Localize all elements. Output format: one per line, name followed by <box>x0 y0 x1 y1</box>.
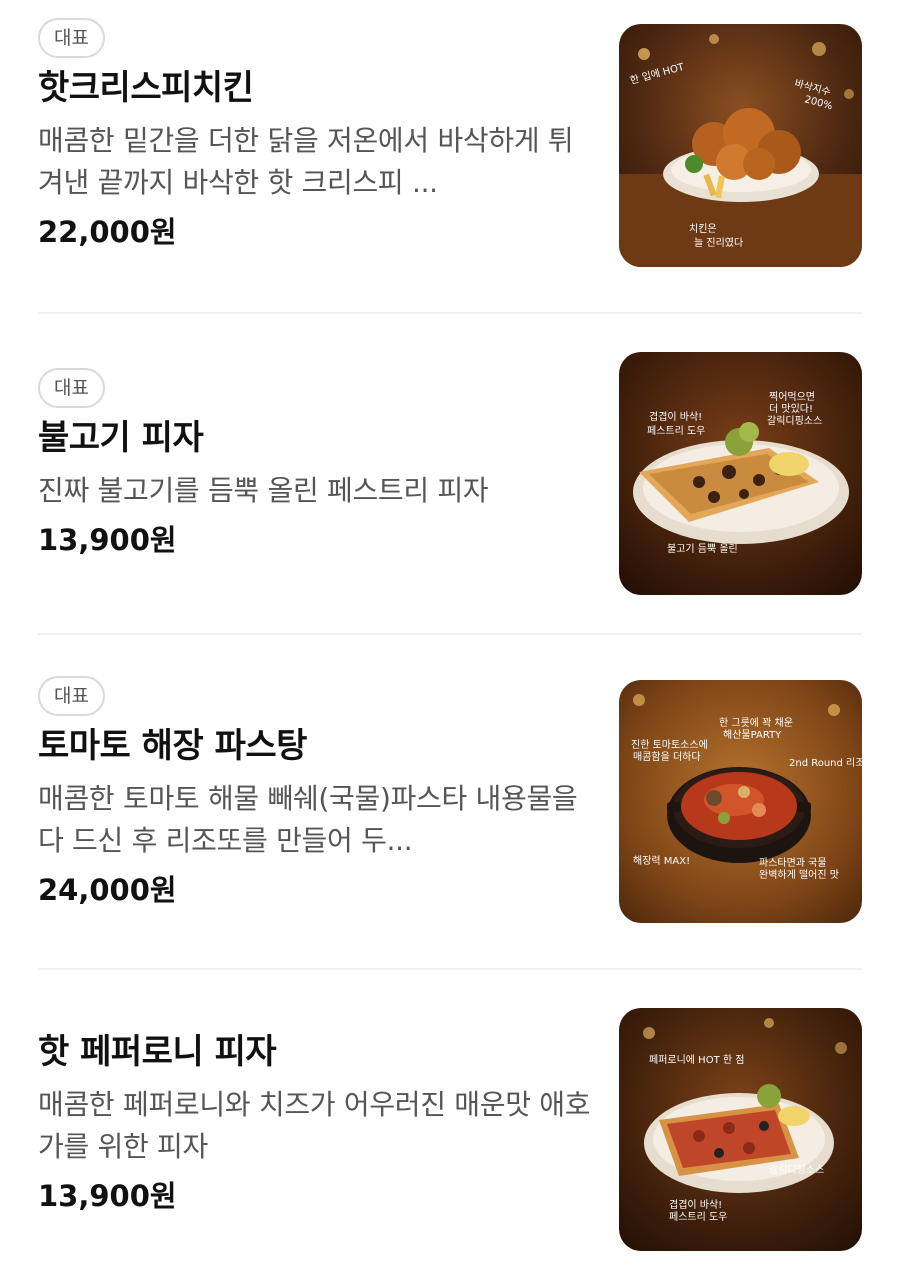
signature-badge: 대표 <box>38 676 105 716</box>
svg-text:해산물PARTY: 해산물PARTY <box>723 728 782 741</box>
svg-text:늘 진리였다: 늘 진리였다 <box>694 237 743 249</box>
menu-item-description: 진짜 불고기를 듬뿍 올린 페스트리 피자 <box>38 474 489 507</box>
svg-text:해장력 MAX!: 해장력 MAX! <box>633 854 690 867</box>
svg-text:매콤함을 더하다: 매콤함을 더하다 <box>633 750 701 763</box>
svg-text:갈릭디핑소스: 갈릭디핑소스 <box>769 1163 824 1176</box>
svg-text:2nd Round 리조또: 2nd Round 리조또 <box>789 757 862 769</box>
divider <box>38 633 862 635</box>
svg-text:완벽하게 떨어진 맛: 완벽하게 떨어진 맛 <box>759 868 839 881</box>
tomato-pastang-photo: 진한 토마토소스에 매콤함을 더하다 한 그릇에 꽉 채운 해산물PARTY 2… <box>619 680 862 923</box>
menu-item-info: 대표 핫크리스피치킨 매콤한 밑간을 더한 닭을 저온에서 바삭하게 튀겨낸 끝… <box>38 18 598 252</box>
svg-text:한 그릇에 꽉 채운: 한 그릇에 꽉 채운 <box>719 717 793 729</box>
menu-item[interactable]: 대표 토마토 해장 파스탕 매콤한 토마토 해물 빼쉐(국물)파스타 내용물을 … <box>38 676 862 936</box>
menu-item-description: 매콤한 페퍼로니와 치즈가 어우러진 매운맛 애호가를 위한 피자 <box>38 1088 591 1163</box>
svg-text:페스트리 도우: 페스트리 도우 <box>647 425 705 437</box>
pepperoni-pizza-photo: 페퍼로니에 HOT 한 점 갈릭디핑소스 겹겹이 바삭! 페스트리 도우 <box>619 1008 862 1251</box>
menu-item-image-chicken[interactable]: 한 입에 HOT 바삭지수 200% 치킨은 늘 진리였다 <box>619 24 862 267</box>
menu-item-info: 대표 불고기 피자 진짜 불고기를 듬뿍 올린 페스트리 피자 13,900원 <box>38 368 598 560</box>
menu-item-price: 22,000원 <box>38 215 177 249</box>
svg-text:페스트리 도우: 페스트리 도우 <box>669 1211 727 1223</box>
menu-item[interactable]: 대표 핫크리스피치킨 매콤한 밑간을 더한 닭을 저온에서 바삭하게 튀겨낸 끝… <box>38 18 862 278</box>
divider <box>38 968 862 970</box>
chicken-photo: 한 입에 HOT 바삭지수 200% 치킨은 늘 진리였다 <box>619 24 862 267</box>
menu-item-name: 불고기 피자 <box>38 418 204 458</box>
svg-text:페퍼로니에 HOT 한 점: 페퍼로니에 HOT 한 점 <box>649 1054 744 1066</box>
svg-text:찍어먹으면: 찍어먹으면 <box>769 391 815 403</box>
signature-badge: 대표 <box>38 368 105 408</box>
menu-item-description: 매콤한 토마토 해물 빼쉐(국물)파스타 내용물을 다 드신 후 리조또를 만들… <box>38 782 578 857</box>
menu-item[interactable]: 대표 불고기 피자 진짜 불고기를 듬뿍 올린 페스트리 피자 13,900원 <box>38 352 862 608</box>
menu-item-image-pepperoni-pizza[interactable]: 페퍼로니에 HOT 한 점 갈릭디핑소스 겹겹이 바삭! 페스트리 도우 <box>619 1008 862 1251</box>
svg-text:갈릭디핑소스: 갈릭디핑소스 <box>767 414 822 427</box>
bulgogi-pizza-photo: 겹겹이 바삭! 페스트리 도우 찍어먹으면 더 맛있다! 갈릭디핑소스 불고기 … <box>619 352 862 595</box>
menu-list: 대표 핫크리스피치킨 매콤한 밑간을 더한 닭을 저온에서 바삭하게 튀겨낸 끝… <box>0 0 900 1279</box>
menu-item-price: 13,900원 <box>38 1179 177 1213</box>
svg-text:치킨은: 치킨은 <box>689 223 717 235</box>
menu-item-info: 핫 페퍼로니 피자 매콤한 페퍼로니와 치즈가 어우러진 매운맛 애호가를 위한… <box>38 1030 598 1216</box>
menu-item-name: 핫크리스피치킨 <box>38 68 254 108</box>
svg-text:더 맛있다!: 더 맛있다! <box>769 403 813 415</box>
divider <box>38 312 862 314</box>
menu-item-name: 토마토 해장 파스탕 <box>38 726 307 766</box>
menu-item-image-bulgogi-pizza[interactable]: 겹겹이 바삭! 페스트리 도우 찍어먹으면 더 맛있다! 갈릭디핑소스 불고기 … <box>619 352 862 595</box>
menu-item[interactable]: 핫 페퍼로니 피자 매콤한 페퍼로니와 치즈가 어우러진 매운맛 애호가를 위한… <box>38 1008 862 1260</box>
menu-item-image-tomato-pastang[interactable]: 진한 토마토소스에 매콤함을 더하다 한 그릇에 꽉 채운 해산물PARTY 2… <box>619 680 862 923</box>
menu-item-price: 24,000원 <box>38 873 177 907</box>
svg-text:파스타면과 국물: 파스타면과 국물 <box>759 857 827 869</box>
signature-badge: 대표 <box>38 18 105 58</box>
svg-text:진한 토마토소스에: 진한 토마토소스에 <box>631 739 708 751</box>
svg-text:겹겹이 바삭!: 겹겹이 바삭! <box>649 411 702 423</box>
menu-item-description: 매콤한 밑간을 더한 닭을 저온에서 바삭하게 튀겨낸 끝까지 바삭한 핫 크리… <box>38 124 574 199</box>
menu-item-price: 13,900원 <box>38 523 177 557</box>
menu-item-name: 핫 페퍼로니 피자 <box>38 1032 277 1072</box>
svg-text:겹겹이 바삭!: 겹겹이 바삭! <box>669 1199 722 1211</box>
menu-item-info: 대표 토마토 해장 파스탕 매콤한 토마토 해물 빼쉐(국물)파스타 내용물을 … <box>38 676 598 910</box>
svg-text:불고기 듬뿍 올린: 불고기 듬뿍 올린 <box>667 543 738 555</box>
